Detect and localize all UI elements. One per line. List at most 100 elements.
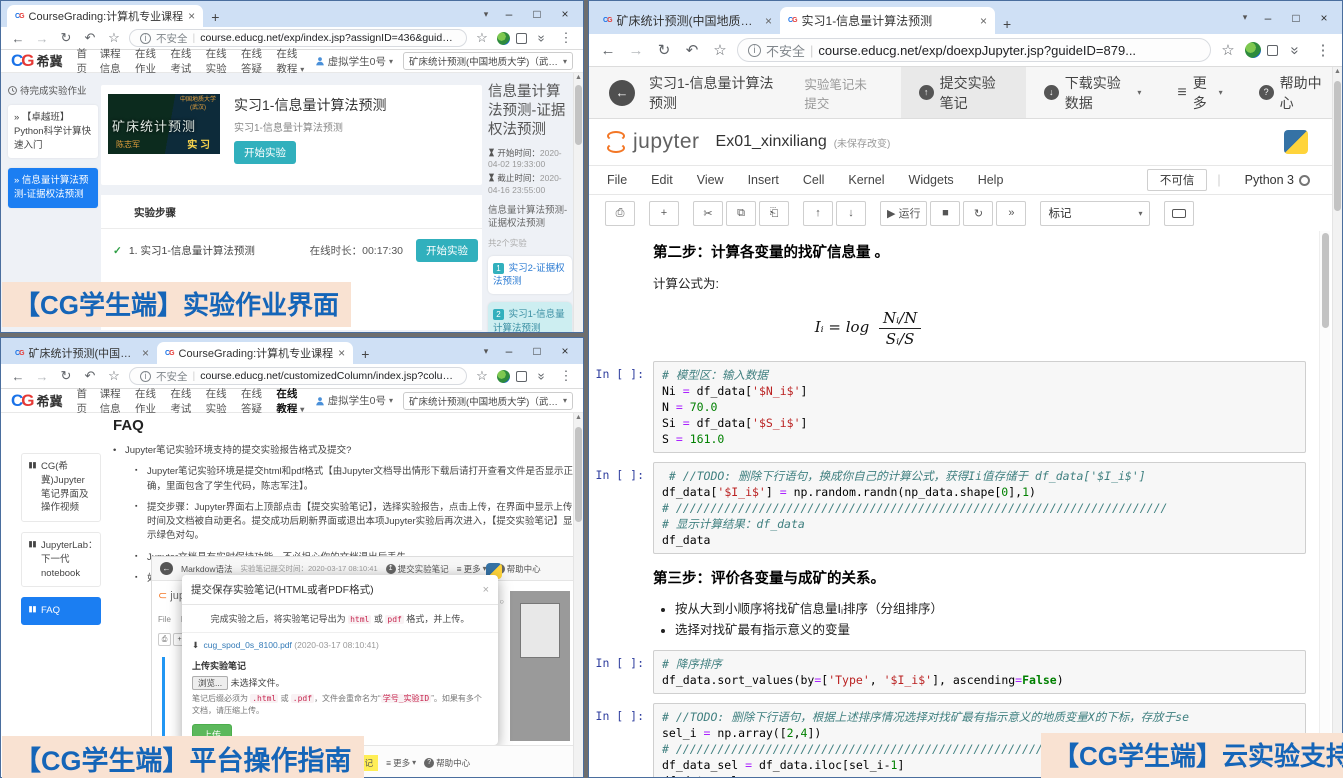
trust-button[interactable]: 不可信 [1147,169,1208,191]
sidebar-item-jupyter-video[interactable]: CG(希冀)Jupyter笔记界面及操作视频 [21,453,101,522]
notebook-name[interactable]: Ex01_xinxiliang [716,133,827,151]
notebook-cell-text[interactable]: 计算公式为: [589,271,1306,292]
browser-menu-icon[interactable]: ⋮ [1312,41,1334,59]
browser-tab[interactable]: CG 矿床统计预测(中国地质大学) (武 × [595,7,780,34]
bookmark-star-icon[interactable]: ☆ [105,368,123,384]
back-icon[interactable]: ← [9,31,27,46]
back-circle-button[interactable]: ← [609,80,635,106]
browser-tab[interactable]: CG CourseGrading:计算机专业课程 × [7,5,203,27]
experiment-link-2[interactable]: 1 实习2-证据权法预测 [488,256,572,295]
back-icon[interactable]: ← [597,42,619,59]
nav-item-experiment[interactable]: 在线实验 [206,386,230,416]
url-field[interactable]: i 不安全 | course.educg.net/exp/index.jsp?a… [129,29,467,47]
sidebar-item-python-course[interactable]: » 【卓越班】Python科学计算快速入门 [8,105,98,158]
start-experiment-button[interactable]: 开始实验 [234,141,296,164]
cell-type-select[interactable]: 标记▾ [1040,201,1150,226]
new-tab-button[interactable]: + [353,346,379,364]
nav-item-tutorial[interactable]: 在线教程 ▾ [276,386,304,416]
new-tab-button[interactable]: + [995,16,1021,34]
maximize-button[interactable]: □ [1282,11,1310,25]
notebook-cell-formula[interactable]: Iᵢ = log Nᵢ/NSᵢ/S [589,301,1306,352]
browser-menu-icon[interactable]: ⋮ [557,368,575,384]
nav-item-homework[interactable]: 在线作业 [135,46,159,76]
nav-item-qa[interactable]: 在线答疑 [241,46,265,76]
download-data-button[interactable]: ↓ 下载实验数据▾ [1026,67,1160,118]
new-tab-button[interactable]: + [203,9,229,27]
save-button[interactable]: ⎙ [605,201,635,226]
menu-widgets[interactable]: Widgets [909,173,954,187]
close-button[interactable]: × [1310,11,1338,25]
scrollbar[interactable]: ▲ [573,73,583,332]
move-up-button[interactable]: ↑ [803,201,833,226]
notebook-cell-code[interactable]: In [ ]: # //TODO: 删除下行语句，换成你自己的计算公式，获得Ii… [589,462,1306,554]
nav-item-homework[interactable]: 在线作业 [135,386,159,416]
nav-item-qa[interactable]: 在线答疑 [241,386,265,416]
scrollbar-thumb[interactable] [1334,81,1341,211]
history-icon[interactable]: ↶ [681,41,703,59]
close-button[interactable]: × [551,344,579,358]
command-palette-button[interactable] [1164,201,1194,226]
back-icon[interactable]: ← [9,369,27,384]
extensions-chevron-icon[interactable]: » [535,29,550,47]
start-experiment-button[interactable]: 开始实验 [416,239,478,262]
extensions-chevron-icon[interactable]: » [1287,39,1304,61]
idm-globe-icon[interactable] [1245,42,1261,58]
code-input[interactable]: # //TODO: 删除下行语句，换成你自己的计算公式，获得Ii值存储于 df_… [653,462,1306,554]
copy-cell-button[interactable]: ⧉ [726,201,756,226]
bookmark-star-icon[interactable]: ☆ [709,41,731,59]
code-input[interactable]: # 降序排序 df_data.sort_values(by=['Type', '… [653,650,1306,694]
forward-icon[interactable]: → [33,369,51,384]
restart-kernel-button[interactable]: ↻ [963,201,993,226]
minimize-button[interactable]: – [495,7,523,21]
tab-close-icon[interactable]: × [980,14,987,28]
jupyter-logo-icon[interactable] [605,131,627,153]
sidebar-item-info-quantity[interactable]: » 信息量计算法预测-证据权法预测 [8,168,98,208]
browser-tab[interactable]: CG 矿床统计预测(中国地质大学) (武 × [7,342,157,364]
notebook-cell-code[interactable]: In [ ]:# 模型区：输入数据 Ni = df_data['$N_i$'] … [589,361,1306,453]
screenshot-icon[interactable] [1267,45,1278,56]
scrollbar[interactable]: ▲ ▼ [1332,67,1342,777]
menu-edit[interactable]: Edit [651,173,673,187]
menu-cell[interactable]: Cell [803,173,825,187]
nav-item-exam[interactable]: 在线考试 [170,386,194,416]
nav-item-tutorial[interactable]: 在线教程 ▾ [276,46,304,76]
cut-cell-button[interactable]: ✂ [693,201,723,226]
maximize-button[interactable]: □ [523,7,551,21]
star-icon[interactable]: ☆ [473,368,491,384]
star-icon[interactable]: ☆ [473,30,491,46]
history-icon[interactable]: ↶ [81,30,99,46]
menu-insert[interactable]: Insert [748,173,779,187]
notebook-cell-heading[interactable]: 第三步：评价各变量与成矿的关系。 [589,563,1306,588]
menu-caret-icon[interactable]: ▾ [477,9,495,20]
screenshot-icon[interactable] [516,33,527,44]
scrollbar-thumb[interactable] [1322,233,1329,328]
browser-tab[interactable]: CG CourseGrading:计算机专业课程 × [157,342,353,364]
move-down-button[interactable]: ↓ [836,201,866,226]
reload-icon[interactable]: ↻ [653,41,675,59]
paste-cell-button[interactable]: ⎗ [759,201,789,226]
maximize-button[interactable]: □ [523,344,551,358]
menu-caret-icon[interactable]: ▾ [477,346,495,357]
scroll-up-icon[interactable]: ▲ [574,73,583,83]
forward-icon[interactable]: → [625,42,647,59]
idm-globe-icon[interactable] [497,370,510,383]
run-button[interactable]: ▶运行 [880,201,927,226]
minimize-button[interactable]: – [1254,11,1282,25]
tab-close-icon[interactable]: × [765,14,772,28]
notebook-cell-heading[interactable]: 第二步：计算各变量的找矿信息量 。 [589,237,1306,262]
reload-icon[interactable]: ↻ [57,368,75,384]
scrollbar-thumb[interactable] [575,85,582,145]
user-menu[interactable]: 虚拟学生0号▾ [315,54,393,69]
submit-notebook-button[interactable]: ↑ 提交实验笔记 [901,67,1026,118]
scrollbar-thumb[interactable] [575,427,582,522]
nav-item-experiment[interactable]: 在线实验 [206,46,230,76]
bookmark-star-icon[interactable]: ☆ [105,30,123,46]
reload-icon[interactable]: ↻ [57,30,75,46]
user-menu[interactable]: 虚拟学生0号▾ [315,393,393,408]
nav-item-home[interactable]: 首页 [77,46,89,76]
close-button[interactable]: × [551,7,579,21]
add-cell-button[interactable]: + [649,201,679,226]
menu-view[interactable]: View [697,173,724,187]
notebook-cell-bullets[interactable]: 按从大到小顺序将找矿信息量Iᵢ排序（分组排序）选择对找矿最有指示意义的变量 [589,597,1306,641]
sidebar-item-faq[interactable]: FAQ [21,597,101,625]
